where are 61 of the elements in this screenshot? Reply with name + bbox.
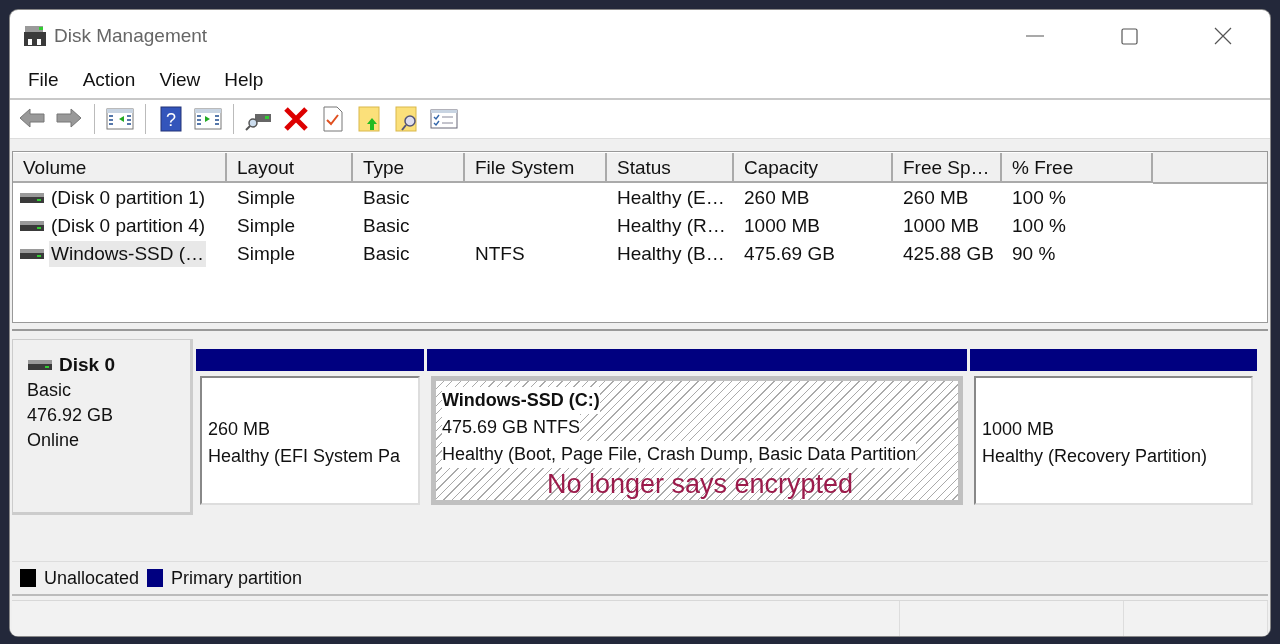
table-cell-text: 100 % [1011, 187, 1067, 209]
table-cell-text: Simple [236, 187, 297, 209]
column-header[interactable]: Volume [13, 153, 227, 183]
drive-icon [19, 218, 45, 234]
table-cell-text: 260 MB [902, 187, 970, 209]
table-cell-text: Basic [362, 215, 411, 237]
table-cell-text: Healthy (E… [616, 187, 726, 209]
column-header[interactable]: Capacity [734, 153, 893, 183]
table-cell-text: 1000 MB [743, 215, 822, 237]
minimize-icon [1026, 35, 1044, 37]
column-header[interactable]: Layout [227, 153, 353, 183]
annotation-text: No longer says encrypted [546, 468, 854, 500]
drive-icon [19, 246, 45, 262]
close-icon [1213, 26, 1233, 46]
disk-card[interactable]: Disk 0 Basic 476.92 GB Online [12, 339, 193, 515]
menu-item[interactable]: Action [70, 69, 148, 91]
partition-info: 475.69 GB NTFS [442, 414, 581, 441]
table-cell-text: Healthy (B… [616, 243, 726, 265]
table-cell-text: 260 MB [743, 187, 811, 209]
volume-name[interactable]: (Disk 0 partition 1) [49, 185, 208, 211]
column-header[interactable]: % Free [1002, 153, 1153, 183]
table-cell-text: 425.88 GB [902, 243, 995, 265]
window-title: Disk Management [54, 25, 209, 47]
table-cell-text: Healthy (R… [616, 215, 727, 237]
table-cell-text: 90 % [1011, 243, 1057, 265]
column-header[interactable]: File System [465, 153, 607, 183]
table-cell-text: 1000 MB [902, 215, 981, 237]
column-header[interactable]: Free Sp… [893, 153, 1002, 183]
table-cell-text: Basic [362, 243, 411, 265]
column-header[interactable]: Type [353, 153, 465, 183]
legend-label: Primary partition [171, 567, 303, 589]
app-drive-icon [22, 24, 48, 48]
window-pane-icon [194, 106, 222, 132]
partition-box[interactable]: 1000 MB Healthy (Recovery Partition) [974, 376, 1253, 505]
table-cell-text: Basic [362, 187, 411, 209]
column-header[interactable]: Status [607, 153, 734, 183]
table-cell-text: Simple [236, 215, 297, 237]
partition-box[interactable]: 260 MB Healthy (EFI System Pa [200, 376, 420, 505]
checklist-icon [430, 106, 458, 132]
disk-name: Disk 0 [59, 354, 115, 376]
menu-item[interactable]: File [16, 69, 71, 91]
maximize-icon [1119, 26, 1139, 46]
table-cell-text: 100 % [1011, 215, 1067, 237]
drive-icon [27, 357, 53, 373]
table-cell-text: Simple [236, 243, 297, 265]
partition-title: Windows-SSD (C:) [442, 387, 600, 414]
menu-item[interactable]: View [147, 69, 213, 91]
legend-label: Unallocated [44, 567, 140, 589]
menu-item[interactable]: Help [212, 69, 276, 91]
delete-icon [282, 106, 310, 132]
partition-box[interactable]: Windows-SSD (C:) 475.69 GB NTFS Healthy (Boot, Page File, Crash Dump, Basic Data Partition No longer says encrypted [431, 376, 963, 505]
disk-status: Online [27, 430, 81, 451]
disk-size: 476.92 GB [27, 405, 115, 426]
window-pane-icon [106, 106, 134, 132]
table-cell-text: NTFS [474, 243, 526, 265]
volume-name[interactable]: (Disk 0 partition 4) [49, 213, 208, 239]
drive-icon [19, 190, 45, 206]
partition-info: Healthy (Boot, Page File, Crash Dump, Basic Data Partition [442, 441, 917, 468]
volume-name[interactable]: Windows-SSD (… [49, 241, 207, 267]
table-cell-text: 475.69 GB [743, 243, 836, 265]
disk-type: Basic [27, 380, 72, 401]
